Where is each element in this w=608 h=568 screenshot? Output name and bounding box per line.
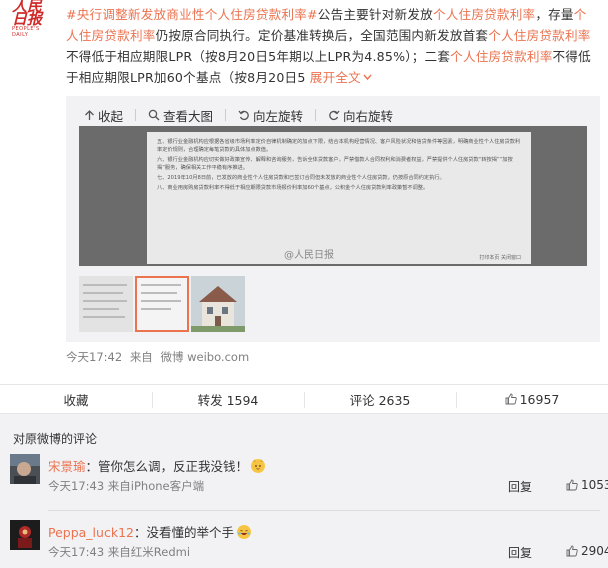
keyword-link[interactable]: 个人住房贷款利率: [450, 49, 552, 64]
comments-panel: 对原微博的评论 宋景瑜：管你怎么调，反正我没钱！ 今天17:43 来自iPhon…: [0, 414, 608, 568]
source-prefix: 来自: [129, 350, 153, 364]
rotate-right-button[interactable]: 向右旋转: [328, 106, 393, 124]
doc-paragraph: 七、2019年10月8日前，已发放的商业性个人住房贷款和已签订合同但未发放的商业…: [157, 175, 445, 181]
comment-label: 评论 2635: [349, 392, 411, 408]
thumbnail[interactable]: [191, 276, 245, 332]
keyword-link[interactable]: 个人住房贷款利率: [488, 28, 590, 43]
thumbs-up-icon: [566, 545, 578, 557]
comment-like-button[interactable]: 2904: [566, 544, 608, 558]
post-source[interactable]: 微博 weibo.com: [160, 350, 249, 364]
peoples-daily-logo[interactable]: 人民日报 PEOPLE'S DAILY: [12, 0, 56, 38]
thumbs-up-icon: [566, 479, 578, 491]
thumbs-up-icon: [505, 393, 517, 405]
reply-button[interactable]: 回复: [508, 544, 532, 561]
favorite-button[interactable]: 收藏: [0, 385, 152, 413]
user-avatar[interactable]: [10, 454, 40, 484]
post-time[interactable]: 今天17:42: [66, 350, 122, 364]
rotate-right-label: 向右旋转: [343, 108, 394, 124]
building-image-icon: [191, 276, 245, 332]
thumbnail[interactable]: [79, 276, 133, 332]
comment-body: Peppa_luck12：没看懂的举个手: [48, 522, 251, 541]
thumbnail-selected[interactable]: [135, 276, 189, 332]
reply-button[interactable]: 回复: [508, 478, 532, 495]
toolbar-divider: [315, 109, 317, 121]
comment-like-count: 1053: [581, 478, 608, 492]
rotate-left-icon: [238, 110, 249, 121]
comments-title: 对原微博的评论: [13, 432, 98, 446]
comment-text: ：管你怎么调，反正我没钱！: [85, 459, 249, 474]
media-toolbar: 收起 查看大图 向左旋转 向右旋转: [66, 106, 393, 124]
chevron-down-icon: [363, 74, 372, 81]
comment-item: Peppa_luck12：没看懂的举个手 今天17:43 来自红米Redmi 回…: [10, 520, 608, 568]
topic-link[interactable]: #央行调整新发放商业性个人住房贷款利率#: [66, 7, 318, 22]
comment-like-count: 2904: [581, 544, 608, 558]
doc-paragraph: 五、银行业金融机构应根据各省级市场利率定价自律机制确定的加点下限，结合本机构经营…: [157, 139, 521, 153]
repost-label: 转发 1594: [197, 392, 259, 408]
toolbar-divider: [225, 109, 227, 121]
comment-button[interactable]: 评论 2635: [304, 385, 456, 413]
expand-label: 展开全文: [309, 70, 361, 85]
user-avatar[interactable]: [10, 520, 40, 550]
comment-body: 宋景瑜：管你怎么调，反正我没钱！: [48, 456, 266, 475]
view-large-button[interactable]: 查看大图: [148, 106, 213, 124]
collapse-button[interactable]: 收起: [66, 106, 123, 124]
image-watermark: @人民日报: [284, 250, 334, 261]
expand-full-text-link[interactable]: 展开全文: [310, 70, 372, 85]
collapse-up-icon: [85, 110, 94, 120]
like-button[interactable]: 16957: [456, 385, 608, 413]
keyword-link[interactable]: 个人住房贷款利率: [433, 7, 535, 22]
logo-sub: PEOPLE'S DAILY: [12, 26, 40, 38]
comment-author-link[interactable]: Peppa_luck12: [48, 525, 134, 540]
view-large-label: 查看大图: [163, 108, 214, 124]
like-count: 16957: [519, 391, 560, 407]
comment-time: 今天17:43 来自iPhone客户端: [48, 479, 205, 493]
media-viewer: 收起 查看大图 向左旋转 向右旋转 五、银行业金融机构应根据各省级市场利率定价自…: [66, 96, 600, 342]
doc-paragraph: 八、商业用房购房贷款利率不得低于相应期限贷款市场报价利率加60个基点，公积金个人…: [157, 185, 429, 191]
collapse-label: 收起: [98, 108, 124, 124]
comment-time: 今天17:43 来自红米Redmi: [48, 545, 191, 559]
post-text-part: 不得低于相应期限LPR（按8月20日5年期以上LPR为4.85%）；二套: [66, 49, 451, 64]
toolbar-divider: [135, 109, 137, 121]
post-text-part: 仍按原合同执行。定价基准转换后，全国范围内新发放首套: [155, 28, 489, 43]
logo-main: 人民日报: [12, 0, 43, 28]
doc-paragraph: 六、银行业金融机构应切实做好政策宣传、解释和咨询服务，告诉全体贷款客户，严禁借款…: [157, 157, 513, 171]
doc-footer: 打印本页 关闭窗口: [479, 255, 521, 261]
post-text: #央行调整新发放商业性个人住房贷款利率#公告主要针对新发放个人住房贷款利率，存量…: [66, 4, 596, 88]
post-text-part: ，存量: [535, 7, 574, 22]
thumbnail-strip: [79, 276, 245, 332]
favorite-label: 收藏: [63, 392, 89, 408]
laughing-face-icon: [237, 525, 251, 539]
post-text-part: 公告主要针对新发放: [317, 7, 433, 22]
comment-author-link[interactable]: 宋景瑜: [48, 459, 86, 474]
comment-item: 宋景瑜：管你怎么调，反正我没钱！ 今天17:43 来自iPhone客户端 回复 …: [10, 454, 608, 510]
repost-button[interactable]: 转发 1594: [152, 385, 304, 413]
comment-like-button[interactable]: 1053: [566, 478, 608, 492]
action-bar: 收藏 转发 1594 评论 2635 16957: [0, 384, 608, 414]
zoom-icon: [148, 109, 160, 121]
comment-text: ：没看懂的举个手: [133, 525, 234, 540]
rotate-left-label: 向左旋转: [253, 108, 304, 124]
document-image[interactable]: 五、银行业金融机构应根据各省级市场利率定价自律机制确定的加点下限，结合本机构经营…: [147, 132, 531, 264]
rotate-left-button[interactable]: 向左旋转: [238, 106, 303, 124]
comment-divider: [48, 510, 600, 511]
rotate-right-icon: [329, 110, 340, 121]
cat-face-icon: [251, 459, 266, 473]
post-meta: 今天17:42 来自 微博 weibo.com: [66, 349, 253, 365]
